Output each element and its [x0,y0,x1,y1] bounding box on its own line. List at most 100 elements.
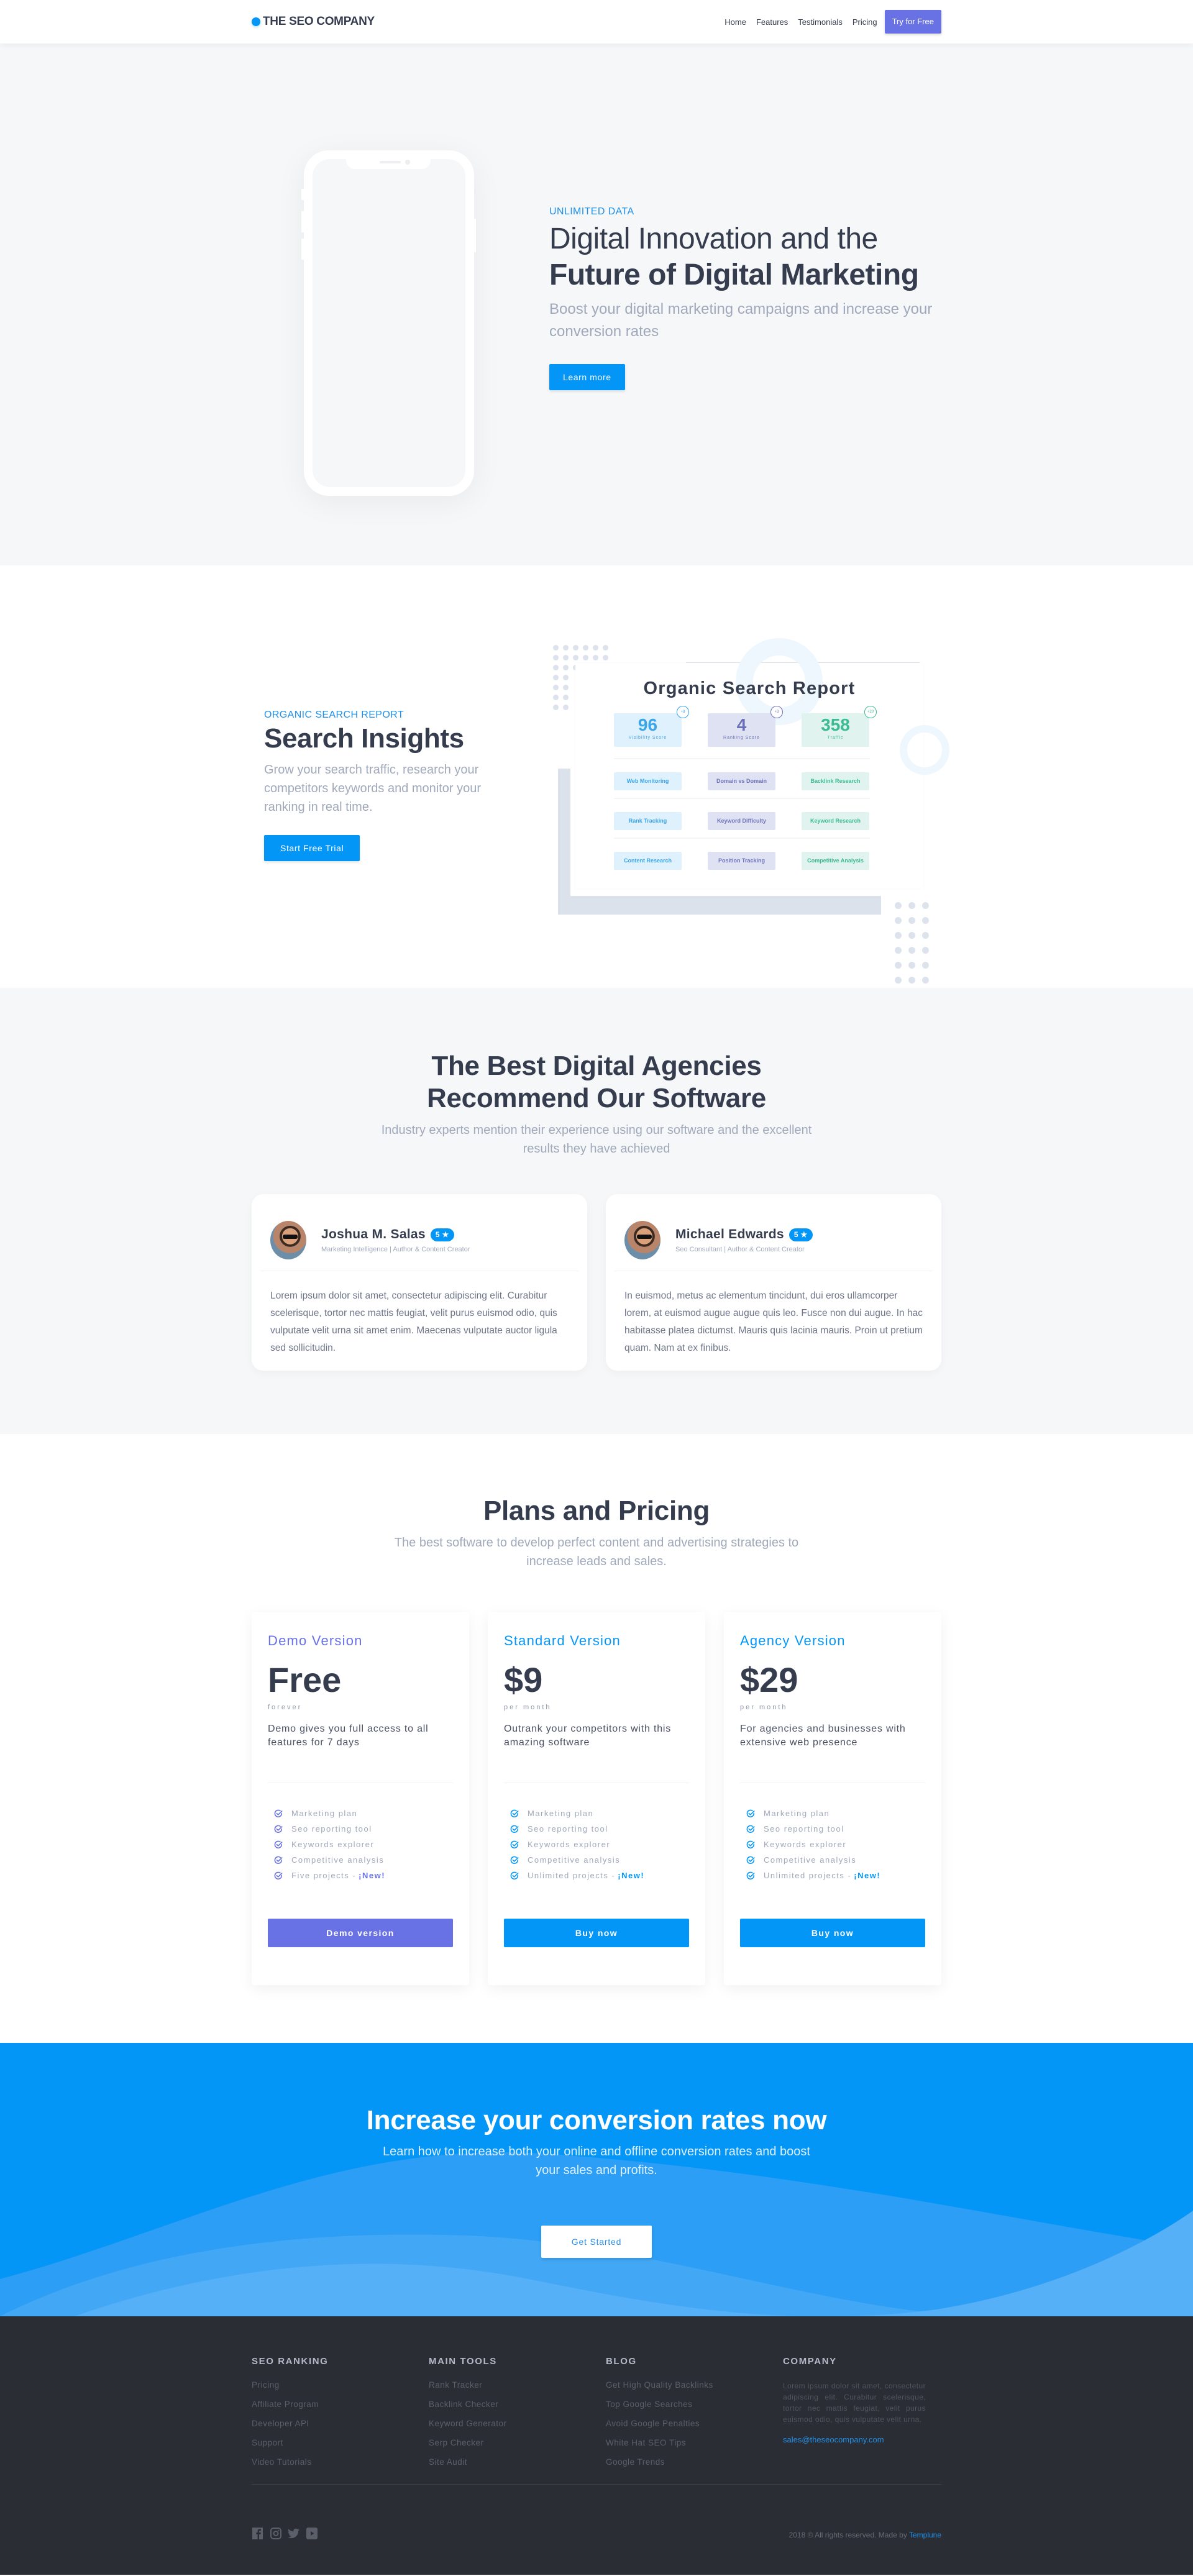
company-about: Lorem ipsum dolor sit amet, consectetur … [783,2382,926,2424]
footer-link[interactable]: Affiliate Program [252,2400,429,2419]
dot [922,932,929,939]
footer-link[interactable]: Keyword Generator [429,2419,606,2438]
footer-link[interactable]: Rank Tracker [429,2380,606,2400]
report-metrics: 96 Visibility Score +8 4 Ranking Score +… [614,706,877,747]
check-circle-icon [274,1840,283,1848]
check-circle-icon [274,1856,283,1864]
rating-badge: 5 ★ [788,1228,813,1241]
plan-feature-label: Unlimited projects - [764,1871,852,1880]
report-tool-rows: Web Monitoring Domain vs Domain Backlink… [614,758,870,877]
dot [593,655,598,660]
plan-feature: Seo reporting tool [274,1821,453,1837]
company-email-link[interactable]: sales@theseocompany.com [783,2435,960,2444]
plan-feature-label: Seo reporting tool [764,1824,844,1834]
phone-screen [313,159,465,487]
footer-column: BLOG Get High Quality Backlinks Top Goog… [606,2356,783,2477]
dot [563,685,569,690]
instagram-icon[interactable] [270,2528,281,2539]
plan-feature: Unlimited projects - ¡New! [746,1868,925,1883]
footer-link[interactable]: Support [252,2438,429,2457]
organic-search-report-illustration: Organic Search Report 96 Visibility Scor… [552,635,949,984]
dot [573,655,578,660]
footer-link[interactable]: Top Google Searches [606,2400,783,2419]
check-circle-icon [746,1825,755,1833]
dot [563,665,569,670]
dot [583,645,588,651]
start-free-trial-button[interactable]: Start Free Trial [264,835,360,861]
footer-link[interactable]: Google Trends [606,2457,783,2477]
metric-value: 4 [736,715,747,734]
youtube-icon[interactable] [306,2528,318,2539]
nav-link-pricing[interactable]: Pricing [852,17,877,27]
plan-button[interactable]: Demo version [268,1919,453,1947]
testimonials-title: The Best Digital Agencies Recommend Our … [0,1050,1193,1115]
footer-link[interactable]: White Hat SEO Tips [606,2438,783,2457]
metric-visibility-score: 96 Visibility Score +8 [614,706,689,747]
plan-features: Marketing plan Seo reporting tool Keywor… [268,1806,453,1883]
tool-tag: Domain vs Domain [708,772,775,790]
footer-link[interactable]: Video Tutorials [252,2457,429,2477]
footer-link[interactable]: Site Audit [429,2457,606,2477]
plan-price: $9 [504,1660,543,1699]
footer-link[interactable]: Backlink Checker [429,2400,606,2419]
footer-link[interactable]: Developer API [252,2419,429,2438]
plan-feature-label: Competitive analysis [528,1855,621,1865]
plan-feature-label: Seo reporting tool [291,1824,372,1834]
learn-more-button[interactable]: Learn more [549,364,625,390]
decorative-ring-small [900,725,949,775]
plan-feature-label: Unlimited projects - [528,1871,616,1880]
plan-period: forever [268,1704,303,1711]
plan-button[interactable]: Buy now [504,1919,689,1947]
brand-logo[interactable]: THE SEO COMPANY [252,15,375,29]
testimonial-role: Marketing Intelligence | Author & Conten… [321,1246,470,1253]
try-for-free-button[interactable]: Try for Free [884,10,941,34]
avatar [624,1221,660,1259]
twitter-icon[interactable] [288,2528,299,2539]
footer-link[interactable]: Pricing [252,2380,429,2400]
pricing-plans: Demo Version Free forever Demo gives you… [252,1612,941,1985]
footer-link[interactable]: Serp Checker [429,2438,606,2457]
plan-feature: Five projects - ¡New! [274,1868,453,1883]
testimonial-header: Joshua M. Salas 5 ★ Marketing Intelligen… [252,1194,587,1271]
tool-tag: Position Tracking [708,851,775,870]
plan-feature: Keywords explorer [746,1837,925,1852]
footer-company: COMPANY Lorem ipsum dolor sit amet, cons… [783,2356,960,2477]
hero-content: UNLIMITED DATA Digital Innovation and th… [549,206,947,390]
insights-section: ORGANIC SEARCH REPORT Search Insights Gr… [0,565,1193,988]
footer-link[interactable]: Avoid Google Penalties [606,2419,783,2438]
dot [908,962,915,969]
plan-feature-label: Marketing plan [528,1809,594,1818]
plan-feature: Unlimited projects - ¡New! [510,1868,689,1883]
plan-button[interactable]: Buy now [740,1919,925,1947]
footer-columns: SEO RANKING Pricing Affiliate Program De… [252,2356,960,2477]
metric-delta: +8 [677,706,689,718]
get-started-button[interactable]: Get Started [541,2226,652,2258]
plan-feature: Competitive analysis [510,1852,689,1868]
pricing-card: Standard Version $9 per month Outrank yo… [488,1612,705,1985]
plan-feature: Seo reporting tool [746,1821,925,1837]
nav-link-home[interactable]: Home [724,17,746,27]
tool-tag: Web Monitoring [614,772,682,790]
testimonials-title-line2: Recommend Our Software [427,1083,766,1113]
footer-link[interactable]: Get High Quality Backlinks [606,2380,783,2400]
testimonials-title-line1: The Best Digital Agencies [431,1051,762,1081]
dot [603,655,608,660]
hero-title: Digital Innovation and the Future of Dig… [549,221,947,293]
templune-link[interactable]: Templune [909,2531,941,2539]
nav-link-features[interactable]: Features [756,17,788,27]
new-label: ¡New! [618,1871,645,1880]
tool-tag: Competitive Analysis [802,851,869,870]
facebook-icon[interactable] [252,2528,263,2539]
dot [593,645,598,651]
dot [922,902,929,909]
dot [583,655,588,660]
tool-tag: Keyword Research [802,811,869,830]
plan-feature-label: Competitive analysis [764,1855,857,1865]
tool-tag: Content Research [614,851,682,870]
phone-mockup [301,150,476,496]
nav-link-testimonials[interactable]: Testimonials [798,17,843,27]
plan-feature: Competitive analysis [746,1852,925,1868]
phone-speaker [380,161,401,163]
report-card: Organic Search Report 96 Visibility Scor… [575,638,949,888]
plan-description: For agencies and businesses with extensi… [740,1724,906,1748]
